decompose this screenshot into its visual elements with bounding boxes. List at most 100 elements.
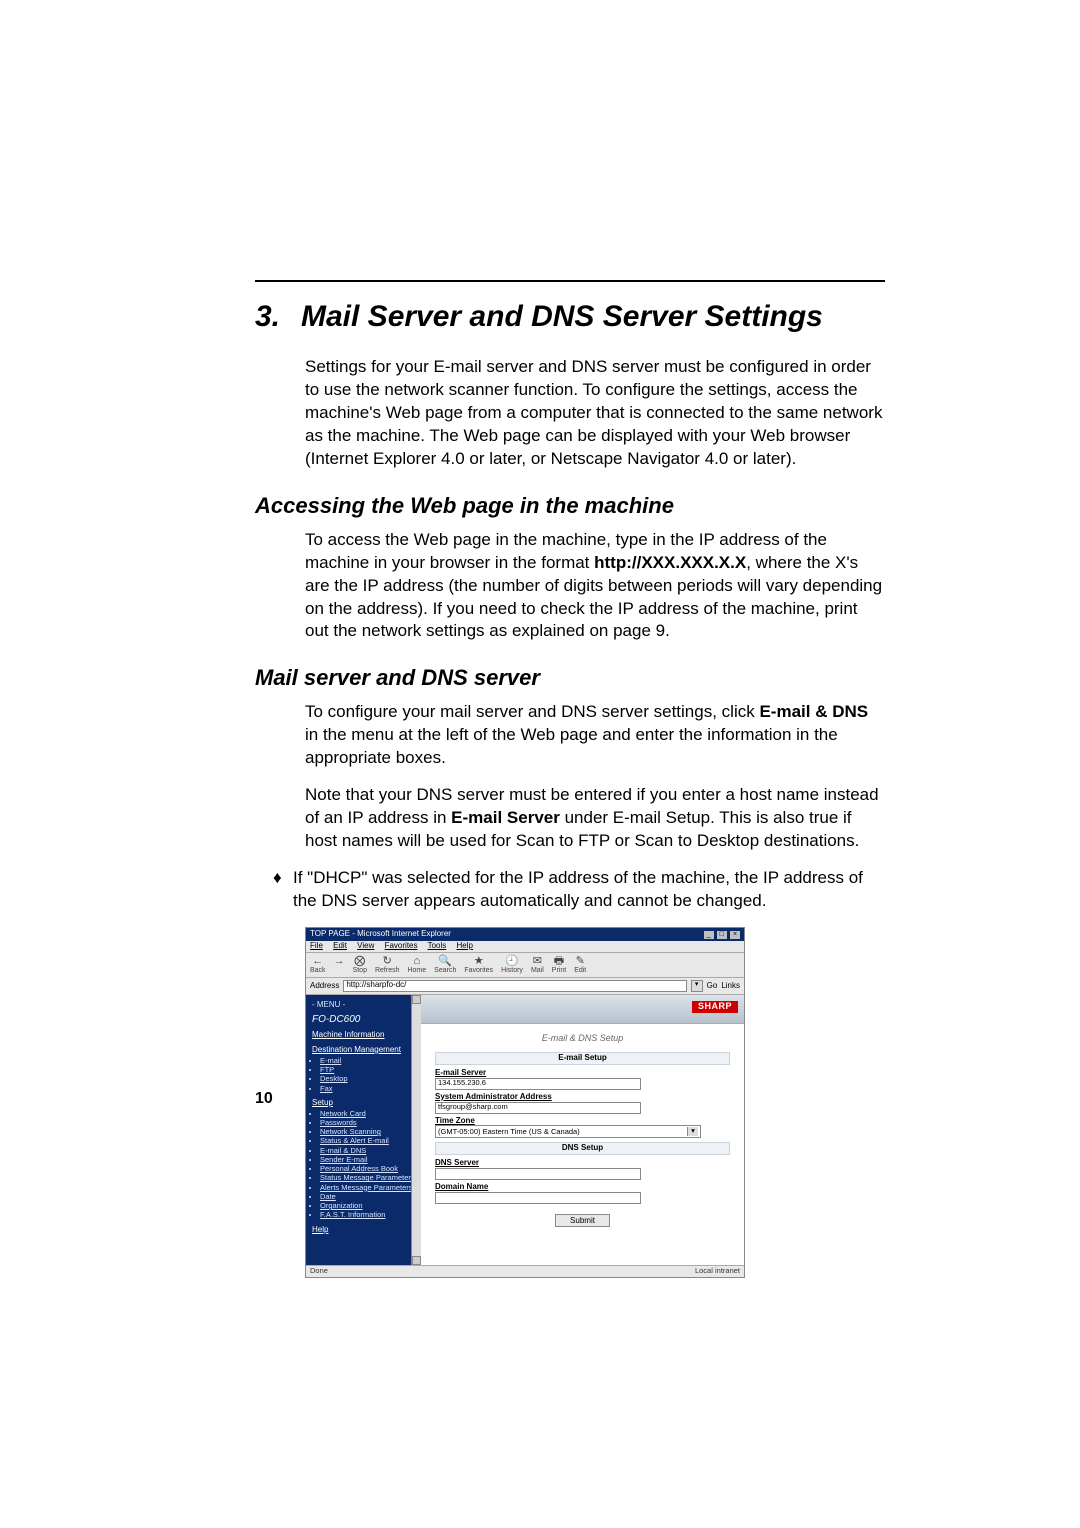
page-number: 10 xyxy=(255,1090,273,1108)
sidebar-item-senderemail[interactable]: Sender E-mail xyxy=(320,1156,415,1164)
sidebar-item-fax[interactable]: Fax xyxy=(320,1085,415,1093)
chevron-down-icon: ▾ xyxy=(687,1127,698,1136)
favorites-icon: ★ xyxy=(474,956,484,967)
timezone-value: (GMT-05:00) Eastern Time (US & Canada) xyxy=(438,1128,580,1136)
sidebar-item-alertmsg[interactable]: Alerts Message Parameters xyxy=(320,1184,415,1192)
submit-button[interactable]: Submit xyxy=(555,1214,610,1227)
page: 3.Mail Server and DNS Server Settings Se… xyxy=(0,0,1080,1528)
label-dns-server: DNS Server xyxy=(435,1159,730,1168)
sidebar-machine-info[interactable]: Machine Information xyxy=(312,1031,415,1040)
refresh-icon: ↻ xyxy=(383,956,392,967)
stop-icon: ⨂ xyxy=(354,956,365,967)
ie-screenshot: TOP PAGE - Microsoft Internet Explorer _… xyxy=(305,927,745,1278)
status-right: Local intranet xyxy=(695,1267,740,1275)
sidebar-item-desktop[interactable]: Desktop xyxy=(320,1075,415,1083)
chapter-heading: 3.Mail Server and DNS Server Settings xyxy=(255,300,885,334)
brand-logo: SHARP xyxy=(692,1001,738,1013)
input-admin-address[interactable]: tfsgroup@sharp.com xyxy=(435,1102,641,1114)
diamond-bullet-icon: ♦ xyxy=(273,867,293,913)
browser-viewport: - MENU - FO-DC600 Machine Information De… xyxy=(306,995,744,1265)
back-icon: ← xyxy=(312,956,323,967)
input-email-server[interactable]: 134.155.230.6 xyxy=(435,1078,641,1090)
sidebar-item-emaildns[interactable]: E-mail & DNS xyxy=(320,1147,415,1155)
sidebar-item-email[interactable]: E-mail xyxy=(320,1057,415,1065)
sidebar-menu-label: - MENU - xyxy=(312,1001,415,1010)
sidebar-item-passwords[interactable]: Passwords xyxy=(320,1119,415,1127)
window-title: TOP PAGE - Microsoft Internet Explorer xyxy=(310,930,451,939)
main-pane: SHARP E-mail & DNS Setup E-mail Setup E-… xyxy=(421,995,744,1265)
page-title: E-mail & DNS Setup xyxy=(435,1034,730,1044)
chapter-number: 3. xyxy=(255,300,301,334)
status-left: Done xyxy=(310,1267,328,1275)
sidebar-item-date[interactable]: Date xyxy=(320,1193,415,1201)
sidebar-dest-mgmt[interactable]: Destination Management xyxy=(312,1046,415,1055)
menu-tools[interactable]: Tools xyxy=(428,941,447,950)
mail-button[interactable]: ✉Mail xyxy=(531,956,544,975)
print-button[interactable]: 🖶Print xyxy=(552,956,566,975)
sidebar-scrollbar[interactable] xyxy=(411,995,421,1265)
status-bar: Done Local intranet xyxy=(306,1265,744,1276)
section-mailserver-heading: Mail server and DNS server xyxy=(255,665,885,691)
window-titlebar: TOP PAGE - Microsoft Internet Explorer _… xyxy=(306,928,744,941)
edit-button[interactable]: ✎Edit xyxy=(574,956,586,975)
label-timezone: Time Zone xyxy=(435,1117,730,1126)
menu-help[interactable]: Help xyxy=(457,941,473,950)
label-admin-address: System Administrator Address xyxy=(435,1093,730,1102)
history-icon: 🕘 xyxy=(505,956,519,967)
refresh-button[interactable]: ↻Refresh xyxy=(375,956,400,975)
section2-paragraph1: To configure your mail server and DNS se… xyxy=(255,701,885,770)
back-button[interactable]: ←Back xyxy=(310,956,326,975)
input-dns-server[interactable] xyxy=(435,1168,641,1180)
minimize-icon[interactable]: _ xyxy=(704,931,714,939)
sidebar-item-statusalert[interactable]: Status & Alert E-mail xyxy=(320,1137,415,1145)
banner: SHARP xyxy=(421,995,744,1024)
history-button[interactable]: 🕘History xyxy=(501,956,523,975)
links-label[interactable]: Links xyxy=(721,982,740,991)
label-email-server: E-mail Server xyxy=(435,1069,730,1078)
dhcp-note-text: If "DHCP" was selected for the IP addres… xyxy=(293,867,885,913)
go-button[interactable]: Go xyxy=(707,982,718,991)
menu-view[interactable]: View xyxy=(357,941,374,950)
close-icon[interactable]: × xyxy=(730,931,740,939)
window-controls: _ □ × xyxy=(703,930,740,939)
forward-icon: → xyxy=(334,956,345,967)
home-icon: ⌂ xyxy=(414,956,421,967)
s2p1-a: To configure your mail server and DNS se… xyxy=(305,702,759,721)
sidebar-help[interactable]: Help xyxy=(312,1226,415,1235)
sidebar-item-statusmsg[interactable]: Status Message Parameters xyxy=(320,1174,415,1182)
address-input[interactable]: http://sharpfo-dc/ xyxy=(343,980,686,992)
select-timezone[interactable]: (GMT-05:00) Eastern Time (US & Canada) ▾ xyxy=(435,1125,701,1138)
sidebar-item-personalab[interactable]: Personal Address Book xyxy=(320,1165,415,1173)
address-dropdown-icon[interactable]: ▾ xyxy=(691,980,703,992)
menu-file[interactable]: File xyxy=(310,941,323,950)
stop-button[interactable]: ⨂Stop xyxy=(353,956,367,975)
sidebar-setup-list: Network Card Passwords Network Scanning … xyxy=(320,1110,415,1220)
sidebar-item-fast[interactable]: F.A.S.T. Information xyxy=(320,1211,415,1219)
sidebar-item-netcard[interactable]: Network Card xyxy=(320,1110,415,1118)
sidebar-item-netscan[interactable]: Network Scanning xyxy=(320,1128,415,1136)
chapter-title: Mail Server and DNS Server Settings xyxy=(301,300,823,333)
favorites-button[interactable]: ★Favorites xyxy=(464,956,493,975)
forward-button[interactable]: → xyxy=(334,956,345,975)
sidebar-item-ftp[interactable]: FTP xyxy=(320,1066,415,1074)
menu-edit[interactable]: Edit xyxy=(333,941,347,950)
search-button[interactable]: 🔍Search xyxy=(434,956,456,975)
home-button[interactable]: ⌂Home xyxy=(407,956,426,975)
sidebar-setup: Setup xyxy=(312,1099,415,1108)
sidebar-dest-list: E-mail FTP Desktop Fax xyxy=(320,1057,415,1093)
s2p1-c: in the menu at the left of the Web page … xyxy=(305,725,838,767)
address-bar: Address http://sharpfo-dc/ ▾ Go Links xyxy=(306,978,744,995)
mail-icon: ✉ xyxy=(533,956,542,967)
dhcp-note: ♦ If "DHCP" was selected for the IP addr… xyxy=(255,867,885,913)
section1-paragraph: To access the Web page in the machine, t… xyxy=(255,529,885,644)
ie-toolbar: ←Back → ⨂Stop ↻Refresh ⌂Home 🔍Search ★Fa… xyxy=(306,953,744,979)
input-domain-name[interactable] xyxy=(435,1192,641,1204)
s1-url: http://XXX.XXX.X.X xyxy=(594,553,746,572)
maximize-icon[interactable]: □ xyxy=(717,931,727,939)
menu-favorites[interactable]: Favorites xyxy=(385,941,418,950)
section-dns-setup: DNS Setup xyxy=(435,1142,730,1155)
chapter-rule xyxy=(255,280,885,282)
print-icon: 🖶 xyxy=(554,956,564,967)
intro-paragraph: Settings for your E-mail server and DNS … xyxy=(255,356,885,471)
sidebar-item-org[interactable]: Organization xyxy=(320,1202,415,1210)
